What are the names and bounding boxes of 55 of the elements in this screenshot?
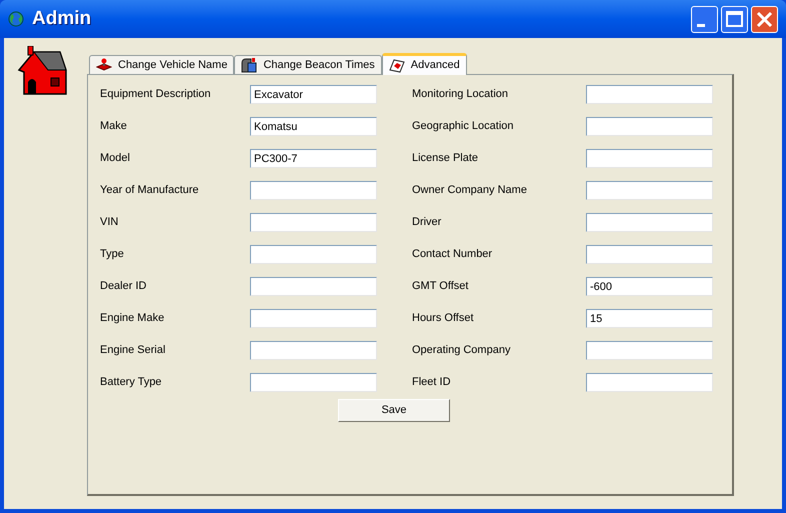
- input-field[interactable]: [586, 373, 713, 392]
- field-label: Make: [100, 119, 128, 134]
- joystick-icon: [96, 58, 112, 72]
- input-field[interactable]: [250, 181, 377, 200]
- input-field[interactable]: -600: [586, 277, 713, 296]
- input-field[interactable]: [586, 117, 713, 136]
- field-label: VIN: [100, 215, 120, 230]
- card-icon: [388, 58, 405, 72]
- input-field[interactable]: 15: [586, 309, 713, 328]
- field-label: Model: [100, 151, 131, 166]
- input-field[interactable]: [250, 245, 377, 264]
- input-field[interactable]: [250, 213, 377, 232]
- field-label: Contact Number: [412, 247, 494, 262]
- field-label: Engine Make: [100, 311, 166, 326]
- field-label: Geographic Location: [412, 119, 515, 134]
- field-label: GMT Offset: [412, 279, 470, 294]
- input-field[interactable]: Komatsu: [250, 117, 377, 136]
- input-field[interactable]: PC300-7: [250, 149, 377, 168]
- field-label: Equipment Description: [100, 87, 212, 102]
- minimize-icon: [697, 24, 705, 26]
- input-field[interactable]: [586, 245, 713, 264]
- field-label: Fleet ID: [412, 375, 452, 390]
- field-label: Year of Manufacture: [100, 183, 200, 198]
- minimize-button[interactable]: [691, 6, 718, 32]
- field-label: Operating Company: [412, 343, 512, 358]
- field-label: Hours Offset: [412, 311, 475, 326]
- close-button[interactable]: [751, 6, 778, 32]
- close-icon: [756, 10, 773, 28]
- input-field[interactable]: [586, 341, 713, 360]
- field-label: Owner Company Name: [412, 183, 528, 198]
- window-title: Admin: [32, 6, 92, 31]
- save-button[interactable]: Save: [338, 399, 450, 422]
- tab[interactable]: Change Vehicle Name: [89, 55, 234, 74]
- globe-icon: [8, 11, 24, 27]
- input-field[interactable]: [586, 149, 713, 168]
- input-field[interactable]: [250, 309, 377, 328]
- maximize-icon: [726, 11, 743, 27]
- field-label: Engine Serial: [100, 343, 166, 358]
- maximize-button[interactable]: [721, 6, 748, 32]
- input-field[interactable]: [250, 341, 377, 360]
- input-field[interactable]: Excavator: [250, 85, 377, 104]
- input-field[interactable]: [250, 373, 377, 392]
- input-field[interactable]: [586, 213, 713, 232]
- field-label: Dealer ID: [100, 279, 148, 294]
- tab[interactable]: Advanced: [382, 53, 467, 75]
- mailbox-icon: [241, 57, 258, 73]
- field-label: Battery Type: [100, 375, 163, 390]
- field-label: License Plate: [412, 151, 480, 166]
- input-field[interactable]: [586, 85, 713, 104]
- input-field[interactable]: [250, 277, 377, 296]
- tab[interactable]: Change Beacon Times: [234, 55, 382, 74]
- input-field[interactable]: [586, 181, 713, 200]
- field-label: Monitoring Location: [412, 87, 510, 102]
- field-label: Driver: [412, 215, 442, 230]
- field-label: Type: [100, 247, 125, 262]
